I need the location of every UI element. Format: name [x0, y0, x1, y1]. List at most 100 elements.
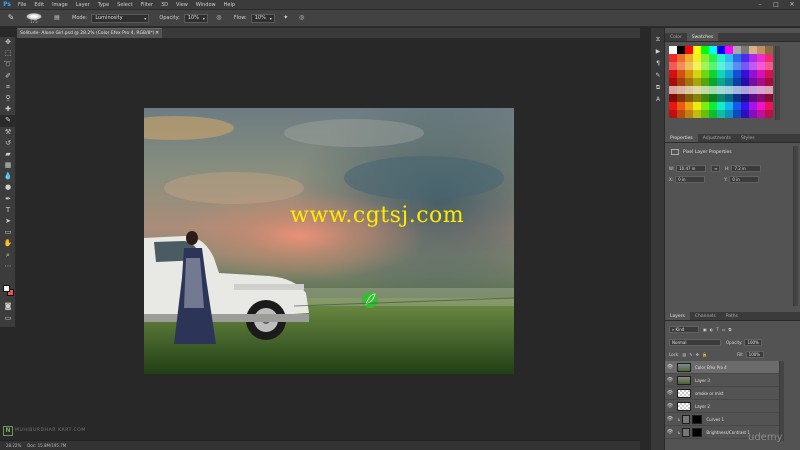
eye-icon[interactable]: 👁: [665, 429, 675, 435]
swatch[interactable]: [693, 46, 701, 54]
menu-file[interactable]: File: [14, 0, 30, 10]
swatch[interactable]: [701, 110, 709, 118]
swatch[interactable]: [701, 62, 709, 70]
eyedropper-tool-icon[interactable]: ⚲: [0, 93, 16, 104]
swatch[interactable]: [709, 102, 717, 110]
swatch[interactable]: [757, 70, 765, 78]
brush-panel-icon[interactable]: ▤: [52, 13, 62, 23]
swatch[interactable]: [757, 78, 765, 86]
path-select-tool-icon[interactable]: ➤: [0, 216, 16, 227]
swatches-scrollbar[interactable]: [775, 46, 780, 120]
swatch[interactable]: [685, 70, 693, 78]
menu-view[interactable]: View: [172, 0, 192, 10]
swatch[interactable]: [669, 102, 677, 110]
swatch[interactable]: [741, 54, 749, 62]
swatch[interactable]: [733, 54, 741, 62]
swatch[interactable]: [685, 110, 693, 118]
blend-mode-select[interactable]: Normal: [669, 339, 721, 346]
swatch[interactable]: [669, 94, 677, 102]
airbrush-icon[interactable]: ✦: [281, 13, 291, 23]
zoom-tool-icon[interactable]: ⌕: [0, 250, 16, 261]
swatch[interactable]: [725, 54, 733, 62]
swatch[interactable]: [757, 46, 765, 54]
swatch[interactable]: [693, 94, 701, 102]
swatch[interactable]: [685, 102, 693, 110]
lasso-tool-icon[interactable]: ➰: [0, 59, 16, 70]
swatch[interactable]: [709, 86, 717, 94]
swatch[interactable]: [701, 70, 709, 78]
eye-icon[interactable]: 👁: [665, 377, 675, 383]
tab-swatches[interactable]: Swatches: [686, 33, 719, 41]
swatch[interactable]: [701, 102, 709, 110]
swatch[interactable]: [685, 94, 693, 102]
pen-tool-icon[interactable]: ✒: [0, 194, 16, 205]
swatch[interactable]: [749, 78, 757, 86]
tab-adjustments[interactable]: Adjustments: [698, 134, 736, 142]
swatch[interactable]: [677, 46, 685, 54]
maximize-button[interactable]: □: [768, 0, 784, 10]
swatch[interactable]: [733, 70, 741, 78]
swatch[interactable]: [765, 94, 773, 102]
swatch[interactable]: [765, 110, 773, 118]
swatch[interactable]: [709, 62, 717, 70]
swatch[interactable]: [733, 46, 741, 54]
healing-brush-tool-icon[interactable]: ✚: [0, 104, 16, 115]
paragraph-icon[interactable]: ¶: [651, 58, 665, 70]
swatch[interactable]: [765, 78, 773, 86]
eye-icon[interactable]: 👁: [665, 416, 675, 422]
lock-all-icon[interactable]: 🔒: [702, 352, 707, 357]
minimize-button[interactable]: –: [752, 0, 768, 10]
layer-row[interactable]: 👁 Layer 3: [665, 374, 779, 387]
menu-layer[interactable]: Layer: [72, 0, 94, 10]
swatch[interactable]: [693, 62, 701, 70]
swatch[interactable]: [717, 46, 725, 54]
swatch[interactable]: [733, 94, 741, 102]
filter-adjustment-icon[interactable]: ◐: [710, 327, 714, 332]
swatch[interactable]: [701, 78, 709, 86]
swatch[interactable]: [717, 78, 725, 86]
swatch[interactable]: [757, 94, 765, 102]
swatch[interactable]: [709, 78, 717, 86]
swatch[interactable]: [733, 78, 741, 86]
swatch[interactable]: [725, 94, 733, 102]
type-tool-icon[interactable]: T: [0, 205, 16, 216]
swatch[interactable]: [685, 78, 693, 86]
swatch[interactable]: [757, 86, 765, 94]
menu-window[interactable]: Window: [192, 0, 220, 10]
menu-select[interactable]: Select: [113, 0, 136, 10]
x-field[interactable]: 0 in: [675, 176, 706, 183]
clone-stamp-tool-icon[interactable]: ⚒: [0, 127, 16, 138]
quick-select-tool-icon[interactable]: ✐: [0, 71, 16, 82]
swatch[interactable]: [765, 46, 773, 54]
swatch[interactable]: [717, 102, 725, 110]
history-icon[interactable]: ⧖: [651, 34, 665, 46]
actions-icon[interactable]: ▶: [651, 46, 665, 58]
layer-kind-filter[interactable]: ⌕ Kind: [669, 326, 699, 333]
swatch[interactable]: [693, 110, 701, 118]
marquee-tool-icon[interactable]: ⬚: [0, 48, 16, 59]
swatch[interactable]: [685, 62, 693, 70]
close-button[interactable]: ✕: [784, 0, 800, 10]
swatch[interactable]: [765, 86, 773, 94]
character-icon[interactable]: A: [651, 94, 665, 106]
eye-icon[interactable]: 👁: [665, 364, 675, 370]
swatch[interactable]: [669, 62, 677, 70]
dodge-tool-icon[interactable]: ●: [0, 182, 16, 193]
swatch[interactable]: [677, 70, 685, 78]
swatch[interactable]: [757, 110, 765, 118]
eraser-tool-icon[interactable]: ▰: [0, 149, 16, 160]
swatch[interactable]: [701, 54, 709, 62]
swatch[interactable]: [669, 110, 677, 118]
foreground-color-swatch[interactable]: [3, 285, 10, 292]
swatch[interactable]: [717, 70, 725, 78]
swatch[interactable]: [701, 46, 709, 54]
brush-presets-icon[interactable]: ✎: [651, 70, 665, 82]
swatch[interactable]: [749, 102, 757, 110]
filter-type-icon[interactable]: T: [716, 327, 718, 332]
swatch[interactable]: [765, 54, 773, 62]
properties-scrollbar[interactable]: [793, 146, 798, 306]
swatch[interactable]: [685, 54, 693, 62]
layers-scrollbar[interactable]: [779, 361, 784, 441]
swatch[interactable]: [741, 46, 749, 54]
swatch[interactable]: [725, 78, 733, 86]
